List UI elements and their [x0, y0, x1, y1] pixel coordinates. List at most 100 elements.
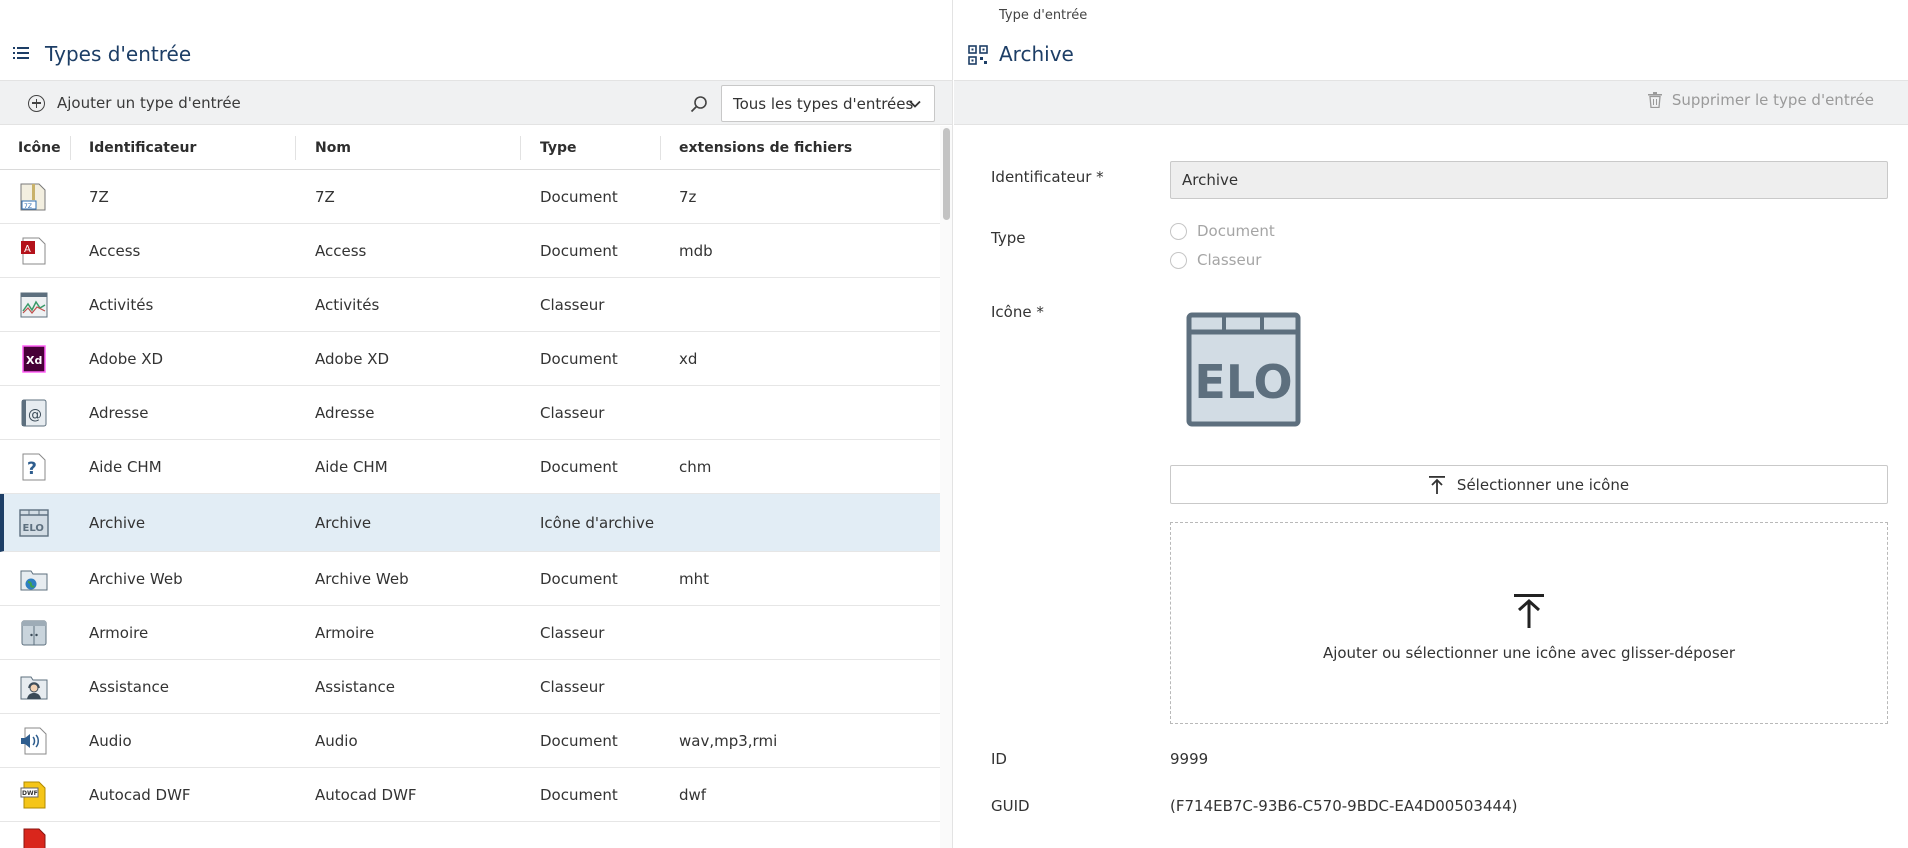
row-name: Archive Web: [315, 569, 409, 588]
row-name: Activités: [315, 295, 380, 314]
web-archive-icon: [20, 570, 48, 590]
row-name: Access: [315, 241, 367, 260]
table-header: Icône Identificateur Nom Type extensions…: [0, 126, 940, 170]
row-name: Aide CHM: [315, 457, 388, 476]
detail-title: Archive: [999, 42, 1074, 66]
row-identifier: Assistance: [89, 677, 169, 696]
row-type: Document: [540, 241, 618, 260]
table-scrollbar[interactable]: [940, 126, 952, 848]
svg-text:7Z: 7Z: [24, 203, 32, 210]
chevron-down-icon: [909, 100, 921, 108]
row-name: Adobe XD: [315, 349, 390, 368]
radio-circle[interactable]: [1170, 251, 1187, 269]
row-identifier: Archive Web: [89, 569, 183, 588]
select-icon-button[interactable]: Sélectionner une icône: [1170, 465, 1888, 504]
id-label: ID: [991, 750, 1007, 768]
dropzone-text: Ajouter ou sélectionner une icône avec g…: [1322, 644, 1736, 662]
column-header-identifier[interactable]: Identificateur: [89, 126, 196, 170]
scrollbar-thumb[interactable]: [943, 128, 950, 220]
table-row[interactable]: ? Aide CHM Aide CHM Document chm: [0, 440, 940, 494]
radio-circle[interactable]: [1170, 222, 1187, 240]
row-identifier: Aide CHM: [89, 457, 162, 476]
activities-icon: [20, 292, 48, 317]
row-extensions: chm: [679, 457, 712, 476]
list-toolbar: Ajouter un type d'entrée Tous les types …: [0, 80, 952, 125]
assistance-icon: [20, 676, 48, 699]
entry-type-filter-select[interactable]: Tous les types d'entrées: [721, 85, 935, 122]
table-row[interactable]: DWF Autocad DWF Autocad DWF Document dwf: [0, 768, 940, 822]
access-icon: A: [21, 237, 46, 264]
table-row[interactable]: ELO Archive Archive Icône d'archive: [0, 494, 940, 552]
table-row[interactable]: Armoire Armoire Classeur: [0, 606, 940, 660]
column-separator: [520, 136, 521, 160]
guid-value: (F714EB7C-93B6-C570-9BDC-EA4D00503444): [1170, 797, 1518, 815]
identifier-label: Identificateur *: [991, 168, 1104, 186]
svg-text:ELO: ELO: [23, 523, 44, 534]
row-type: Classeur: [540, 623, 605, 642]
row-type: Classeur: [540, 403, 605, 422]
filter-select-value: Tous les types d'entrées: [733, 94, 914, 113]
row-extensions: mht: [679, 569, 709, 588]
detail-toolbar: Supprimer le type d'entrée: [954, 80, 1908, 125]
search-icon[interactable]: [690, 95, 708, 113]
svg-text:DWF: DWF: [22, 790, 38, 797]
row-type: Document: [540, 457, 618, 476]
type-radio-document[interactable]: Document: [1170, 222, 1275, 240]
icon-label: Icône *: [991, 303, 1044, 321]
address-icon: @: [21, 399, 47, 426]
row-identifier: Autocad DWF: [89, 785, 191, 804]
upload-icon: [1428, 475, 1445, 494]
table-row[interactable]: Activités Activités Classeur: [0, 278, 940, 332]
trash-icon: [1647, 92, 1662, 108]
table-row[interactable]: Archive Web Archive Web Document mht: [0, 552, 940, 606]
column-header-file-extensions[interactable]: extensions de fichiers: [679, 126, 852, 170]
column-header-type[interactable]: Type: [540, 126, 577, 170]
icon-dropzone[interactable]: Ajouter ou sélectionner une icône avec g…: [1170, 522, 1888, 724]
delete-entry-type-label: Supprimer le type d'entrée: [1671, 91, 1874, 109]
adobe-xd-icon: Xd: [22, 344, 46, 373]
column-separator: [660, 136, 661, 160]
row-identifier: Activités: [89, 295, 154, 314]
table-row[interactable]: @ Adresse Adresse Classeur: [0, 386, 940, 440]
7z-archive-icon: 7Z: [20, 183, 46, 210]
type-option-label: Document: [1197, 222, 1275, 240]
row-type: Classeur: [540, 677, 605, 696]
elo-archive-icon: ELO: [19, 508, 49, 537]
type-option-label: Classeur: [1197, 251, 1262, 269]
row-identifier: Armoire: [89, 623, 149, 642]
row-extensions: xd: [679, 349, 698, 368]
select-icon-label: Sélectionner une icône: [1456, 475, 1630, 494]
table-row[interactable]: A Access Access Document mdb: [0, 224, 940, 278]
column-header-name[interactable]: Nom: [315, 126, 351, 170]
table-row-partial[interactable]: [0, 822, 940, 848]
row-extensions: 7z: [679, 187, 697, 206]
column-separator: [295, 136, 296, 160]
entry-types-header: Types d'entrée: [0, 0, 952, 80]
page-title: Types d'entrée: [45, 42, 192, 66]
qr-code-icon: [968, 45, 988, 65]
table-row[interactable]: Audio Audio Document wav,mp3,rmi: [0, 714, 940, 768]
autocad-dwg-icon: [23, 828, 46, 848]
add-entry-type-button[interactable]: Ajouter un type d'entrée: [28, 90, 241, 116]
id-value: 9999: [1170, 750, 1209, 768]
svg-text:A: A: [24, 244, 31, 255]
type-label: Type: [991, 229, 1026, 247]
delete-entry-type-button[interactable]: Supprimer le type d'entrée: [1647, 91, 1874, 109]
breadcrumb: Type d'entrée: [999, 8, 1088, 23]
autocad-dwf-icon: DWF: [20, 781, 46, 808]
table-row[interactable]: Assistance Assistance Classeur: [0, 660, 940, 714]
row-type: Document: [540, 785, 618, 804]
row-name: Autocad DWF: [315, 785, 417, 804]
row-extensions: wav,mp3,rmi: [679, 731, 778, 750]
elo-archive-icon-preview: ELO: [1186, 312, 1301, 427]
svg-text:Xd: Xd: [26, 354, 42, 367]
row-type: Classeur: [540, 295, 605, 314]
row-name: Assistance: [315, 677, 395, 696]
table-row[interactable]: Xd Adobe XD Adobe XD Document xd: [0, 332, 940, 386]
identifier-field[interactable]: Archive: [1170, 161, 1888, 199]
svg-text:@: @: [28, 407, 42, 423]
table-row[interactable]: 7Z 7Z 7Z Document 7z: [0, 170, 940, 224]
column-header-icon[interactable]: Icône: [18, 126, 61, 170]
audio-icon: [21, 727, 47, 754]
type-radio-binder[interactable]: Classeur: [1170, 251, 1261, 269]
